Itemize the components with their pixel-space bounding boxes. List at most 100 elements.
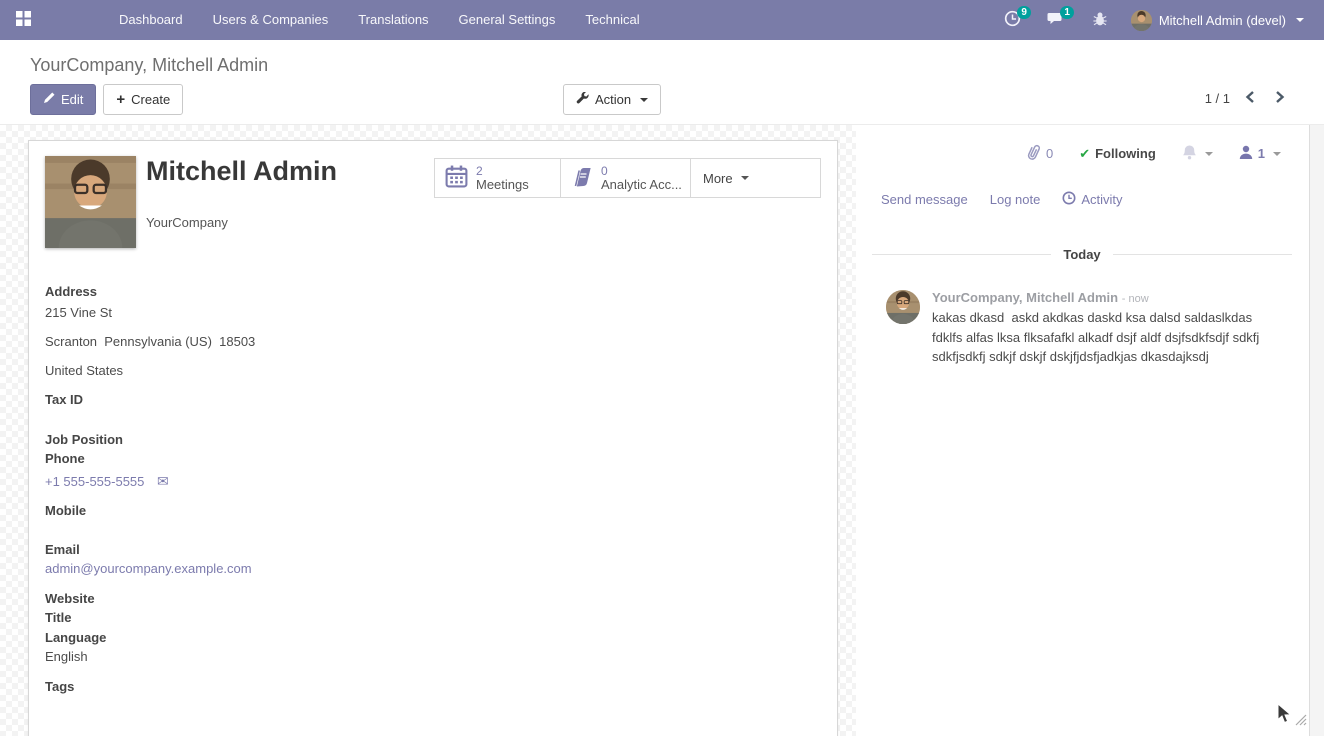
country-value: United States bbox=[45, 362, 123, 380]
address-label: Address bbox=[45, 284, 97, 299]
caret-down-icon bbox=[1296, 18, 1304, 22]
message-timestamp: - now bbox=[1122, 293, 1149, 305]
email-link[interactable]: admin@yourcompany.example.com bbox=[45, 561, 252, 576]
followers-count: 1 bbox=[1258, 146, 1265, 161]
more-dropdown-button[interactable]: More bbox=[691, 159, 761, 197]
city-state-zip-value: Scranton Pennsylvania (US) 18503 bbox=[45, 333, 255, 351]
activity-clock-icon bbox=[1062, 191, 1076, 208]
analytic-accounts-stat-button[interactable]: 0 Analytic Acc... bbox=[561, 159, 691, 197]
email-label: Email bbox=[45, 542, 80, 557]
contact-photo[interactable] bbox=[45, 156, 136, 248]
edit-button-label: Edit bbox=[61, 92, 83, 107]
menu-dashboard[interactable]: Dashboard bbox=[104, 0, 198, 40]
log-note-button[interactable]: Log note bbox=[990, 192, 1041, 207]
bug-icon bbox=[1092, 11, 1108, 30]
date-divider: Today bbox=[872, 247, 1292, 262]
caret-down-icon bbox=[1273, 152, 1281, 156]
meetings-count: 2 bbox=[476, 164, 529, 178]
chevron-right-icon bbox=[1274, 90, 1286, 107]
activities-count-badge: 9 bbox=[1017, 6, 1032, 19]
action-button-label: Action bbox=[595, 92, 631, 107]
followers-icon bbox=[1239, 145, 1253, 163]
message-author[interactable]: YourCompany, Mitchell Admin bbox=[932, 290, 1118, 305]
pager: 1 / 1 bbox=[1205, 88, 1290, 109]
job-position-label: Job Position bbox=[45, 432, 123, 447]
contact-form-sheet: Mitchell Admin YourCompany 2 Meetings 0 … bbox=[28, 140, 838, 736]
menu-users-companies[interactable]: Users & Companies bbox=[198, 0, 344, 40]
create-button-label: Create bbox=[131, 92, 170, 107]
page: Dashboard Users & Companies Translations… bbox=[0, 0, 1324, 736]
pager-value: 1 / 1 bbox=[1205, 91, 1230, 106]
chatter-panel: 0 ✔ Following 1 Send message bbox=[856, 125, 1309, 736]
edit-button[interactable]: Edit bbox=[30, 84, 96, 115]
chatter-message: YourCompany, Mitchell Admin - now kakas … bbox=[886, 290, 1284, 367]
control-panel: YourCompany, Mitchell Admin Edit + Creat… bbox=[0, 40, 1324, 125]
message-avatar bbox=[886, 290, 920, 324]
subscription-dropdown[interactable] bbox=[1182, 144, 1213, 163]
calendar-icon bbox=[444, 164, 469, 192]
divider-line bbox=[872, 254, 1051, 255]
user-name: Mitchell Admin (devel) bbox=[1159, 13, 1286, 28]
analytic-accounts-label: Analytic Acc... bbox=[601, 178, 681, 192]
action-dropdown-button[interactable]: Action bbox=[563, 84, 661, 115]
create-button[interactable]: + Create bbox=[103, 84, 183, 115]
wrench-icon bbox=[576, 92, 589, 108]
following-button[interactable]: ✔ Following bbox=[1079, 146, 1156, 162]
meetings-label: Meetings bbox=[476, 178, 529, 192]
messages-count-badge: 1 bbox=[1060, 6, 1075, 19]
caret-down-icon bbox=[1205, 152, 1213, 156]
plus-icon: + bbox=[116, 93, 125, 106]
activities-systray-button[interactable]: 9 bbox=[995, 0, 1030, 40]
more-label: More bbox=[703, 171, 733, 186]
pager-previous-button[interactable] bbox=[1240, 88, 1260, 109]
resize-grip[interactable] bbox=[1292, 711, 1307, 729]
activity-label: Activity bbox=[1081, 192, 1122, 207]
user-menu[interactable]: Mitchell Admin (devel) bbox=[1125, 0, 1310, 40]
messages-systray-button[interactable]: 1 bbox=[1038, 0, 1075, 40]
chatter-actions: Send message Log note Activity bbox=[881, 191, 1123, 208]
stat-button-box: 2 Meetings 0 Analytic Acc... More bbox=[434, 158, 821, 198]
street-value: 215 Vine St bbox=[45, 304, 112, 322]
analytic-accounts-count: 0 bbox=[601, 164, 681, 178]
envelope-icon[interactable]: ✉ bbox=[157, 473, 169, 489]
followers-button[interactable]: 1 bbox=[1239, 145, 1281, 163]
cursor-arrow-icon bbox=[1276, 703, 1294, 728]
paperclip-icon bbox=[1026, 143, 1041, 164]
schedule-activity-button[interactable]: Activity bbox=[1062, 191, 1122, 208]
apps-menu-button[interactable] bbox=[0, 0, 46, 40]
contact-company-link[interactable]: YourCompany bbox=[146, 215, 228, 230]
menu-translations[interactable]: Translations bbox=[343, 0, 443, 40]
following-label: Following bbox=[1095, 146, 1156, 161]
message-body: kakas dkasd askd akdkas daskd ksa dalsd … bbox=[932, 308, 1284, 367]
systray: 9 1 Mitchell Admin (devel) bbox=[995, 0, 1324, 40]
menu-general-settings[interactable]: General Settings bbox=[444, 0, 571, 40]
contact-name: Mitchell Admin bbox=[146, 156, 337, 187]
phone-link[interactable]: +1 555-555-5555 bbox=[45, 474, 144, 489]
top-navbar: Dashboard Users & Companies Translations… bbox=[0, 0, 1324, 40]
date-divider-label: Today bbox=[1063, 247, 1100, 262]
pencil-icon bbox=[43, 92, 55, 107]
divider-line bbox=[1113, 254, 1292, 255]
user-avatar bbox=[1131, 10, 1152, 31]
attachments-count: 0 bbox=[1046, 146, 1053, 161]
bell-icon bbox=[1182, 144, 1197, 163]
menu-technical[interactable]: Technical bbox=[570, 0, 654, 40]
tags-label: Tags bbox=[45, 679, 74, 694]
title-label: Title bbox=[45, 610, 72, 625]
meetings-stat-button[interactable]: 2 Meetings bbox=[435, 159, 561, 197]
chatter-topbar: 0 ✔ Following 1 bbox=[1026, 143, 1281, 164]
send-message-button[interactable]: Send message bbox=[881, 192, 968, 207]
right-gutter bbox=[1309, 125, 1324, 736]
control-panel-buttons: Edit + Create bbox=[30, 84, 183, 115]
apps-menu-icon bbox=[15, 10, 32, 30]
tax-id-label: Tax ID bbox=[45, 392, 83, 407]
caret-down-icon bbox=[640, 98, 648, 102]
chevron-left-icon bbox=[1244, 90, 1256, 107]
breadcrumb[interactable]: YourCompany, Mitchell Admin bbox=[30, 55, 268, 76]
attachments-button[interactable]: 0 bbox=[1026, 143, 1053, 164]
pager-next-button[interactable] bbox=[1270, 88, 1290, 109]
main-menu-bar: Dashboard Users & Companies Translations… bbox=[104, 0, 655, 40]
debug-systray-button[interactable] bbox=[1083, 0, 1117, 40]
language-value: English bbox=[45, 648, 88, 666]
check-icon: ✔ bbox=[1079, 146, 1090, 162]
